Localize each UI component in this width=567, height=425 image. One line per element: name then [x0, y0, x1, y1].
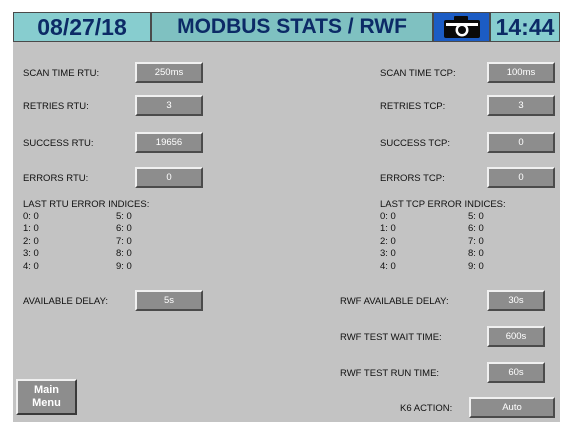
- hmi-screen: 08/27/18 MODBUS STATS / RWF 14:44 SCAN T…: [13, 12, 560, 422]
- camera-button[interactable]: [433, 12, 490, 42]
- rwf-test-wait-label: RWF TEST WAIT TIME:: [340, 332, 442, 343]
- main-menu-line2: Menu: [32, 397, 61, 409]
- scan-time-tcp-label: SCAN TIME TCP:: [380, 68, 456, 79]
- scan-time-rtu-field[interactable]: 250ms: [135, 62, 203, 83]
- available-delay-label: AVAILABLE DELAY:: [23, 296, 109, 307]
- errors-tcp-field: 0: [487, 167, 555, 188]
- retries-tcp-field[interactable]: 3: [487, 95, 555, 116]
- rwf-test-run-label: RWF TEST RUN TIME:: [340, 368, 440, 379]
- list-item: 9: 0: [468, 260, 484, 272]
- retries-rtu-field[interactable]: 3: [135, 95, 203, 116]
- rwf-available-delay-field[interactable]: 30s: [487, 290, 545, 311]
- success-tcp-field: 0: [487, 132, 555, 153]
- list-item: 4: 0: [380, 260, 396, 272]
- scan-time-rtu-label: SCAN TIME RTU:: [23, 68, 100, 79]
- list-item: 2: 0: [380, 235, 396, 247]
- main-menu-label: Main Menu: [32, 384, 61, 410]
- tcp-error-indices-title: LAST TCP ERROR INDICES:: [380, 199, 506, 210]
- page-title: MODBUS STATS / RWF: [151, 12, 433, 42]
- list-item: 6: 0: [468, 223, 484, 235]
- success-rtu-label: SUCCESS RTU:: [23, 138, 94, 149]
- list-item: 5: 0: [116, 211, 132, 222]
- list-item: 1: 0: [23, 223, 39, 235]
- success-rtu-field: 19656: [135, 132, 203, 153]
- list-item: 7: 0: [468, 235, 484, 247]
- tcp-indices-col1: 0: 0 1: 0 2: 0 3: 0 4: 0: [380, 211, 396, 273]
- list-item: 1: 0: [380, 223, 396, 235]
- tcp-indices-col2: 5: 0 6: 0 7: 0 8: 0 9: 0: [468, 211, 484, 273]
- rwf-test-wait-field[interactable]: 600s: [487, 326, 545, 347]
- retries-tcp-label: RETRIES TCP:: [380, 101, 446, 112]
- list-item: 2: 0: [23, 235, 39, 247]
- camera-icon: [443, 16, 480, 38]
- list-item: 7: 0: [116, 235, 132, 247]
- list-item: 0: 0: [380, 211, 396, 222]
- errors-tcp-label: ERRORS TCP:: [380, 173, 445, 184]
- list-item: 4: 0: [23, 260, 39, 272]
- list-item: 8: 0: [116, 248, 132, 260]
- rwf-test-run-field[interactable]: 60s: [487, 362, 545, 383]
- rwf-available-delay-label: RWF AVAILABLE DELAY:: [340, 296, 449, 307]
- list-item: 3: 0: [23, 248, 39, 260]
- time-display: 14:44: [490, 12, 560, 42]
- rtu-indices-col1: 0: 0 1: 0 2: 0 3: 0 4: 0: [23, 211, 39, 273]
- list-item: 9: 0: [116, 260, 132, 272]
- errors-rtu-label: ERRORS RTU:: [23, 173, 89, 184]
- main-menu-line1: Main: [33, 384, 60, 396]
- available-delay-field[interactable]: 5s: [135, 290, 203, 311]
- list-item: 6: 0: [116, 223, 132, 235]
- date-display: 08/27/18: [13, 12, 151, 42]
- k6-action-field[interactable]: Auto: [469, 397, 555, 418]
- rtu-indices-col2: 5: 0 6: 0 7: 0 8: 0 9: 0: [116, 211, 132, 273]
- scan-time-tcp-field[interactable]: 100ms: [487, 62, 555, 83]
- errors-rtu-field: 0: [135, 167, 203, 188]
- rtu-error-indices-title: LAST RTU ERROR INDICES:: [23, 199, 150, 210]
- list-item: 3: 0: [380, 248, 396, 260]
- main-menu-button[interactable]: Main Menu: [16, 379, 77, 415]
- list-item: 0: 0: [23, 211, 39, 222]
- list-item: 8: 0: [468, 248, 484, 260]
- retries-rtu-label: RETRIES RTU:: [23, 101, 89, 112]
- list-item: 5: 0: [468, 211, 484, 222]
- success-tcp-label: SUCCESS TCP:: [380, 138, 451, 149]
- k6-action-label: K6 ACTION:: [400, 403, 453, 414]
